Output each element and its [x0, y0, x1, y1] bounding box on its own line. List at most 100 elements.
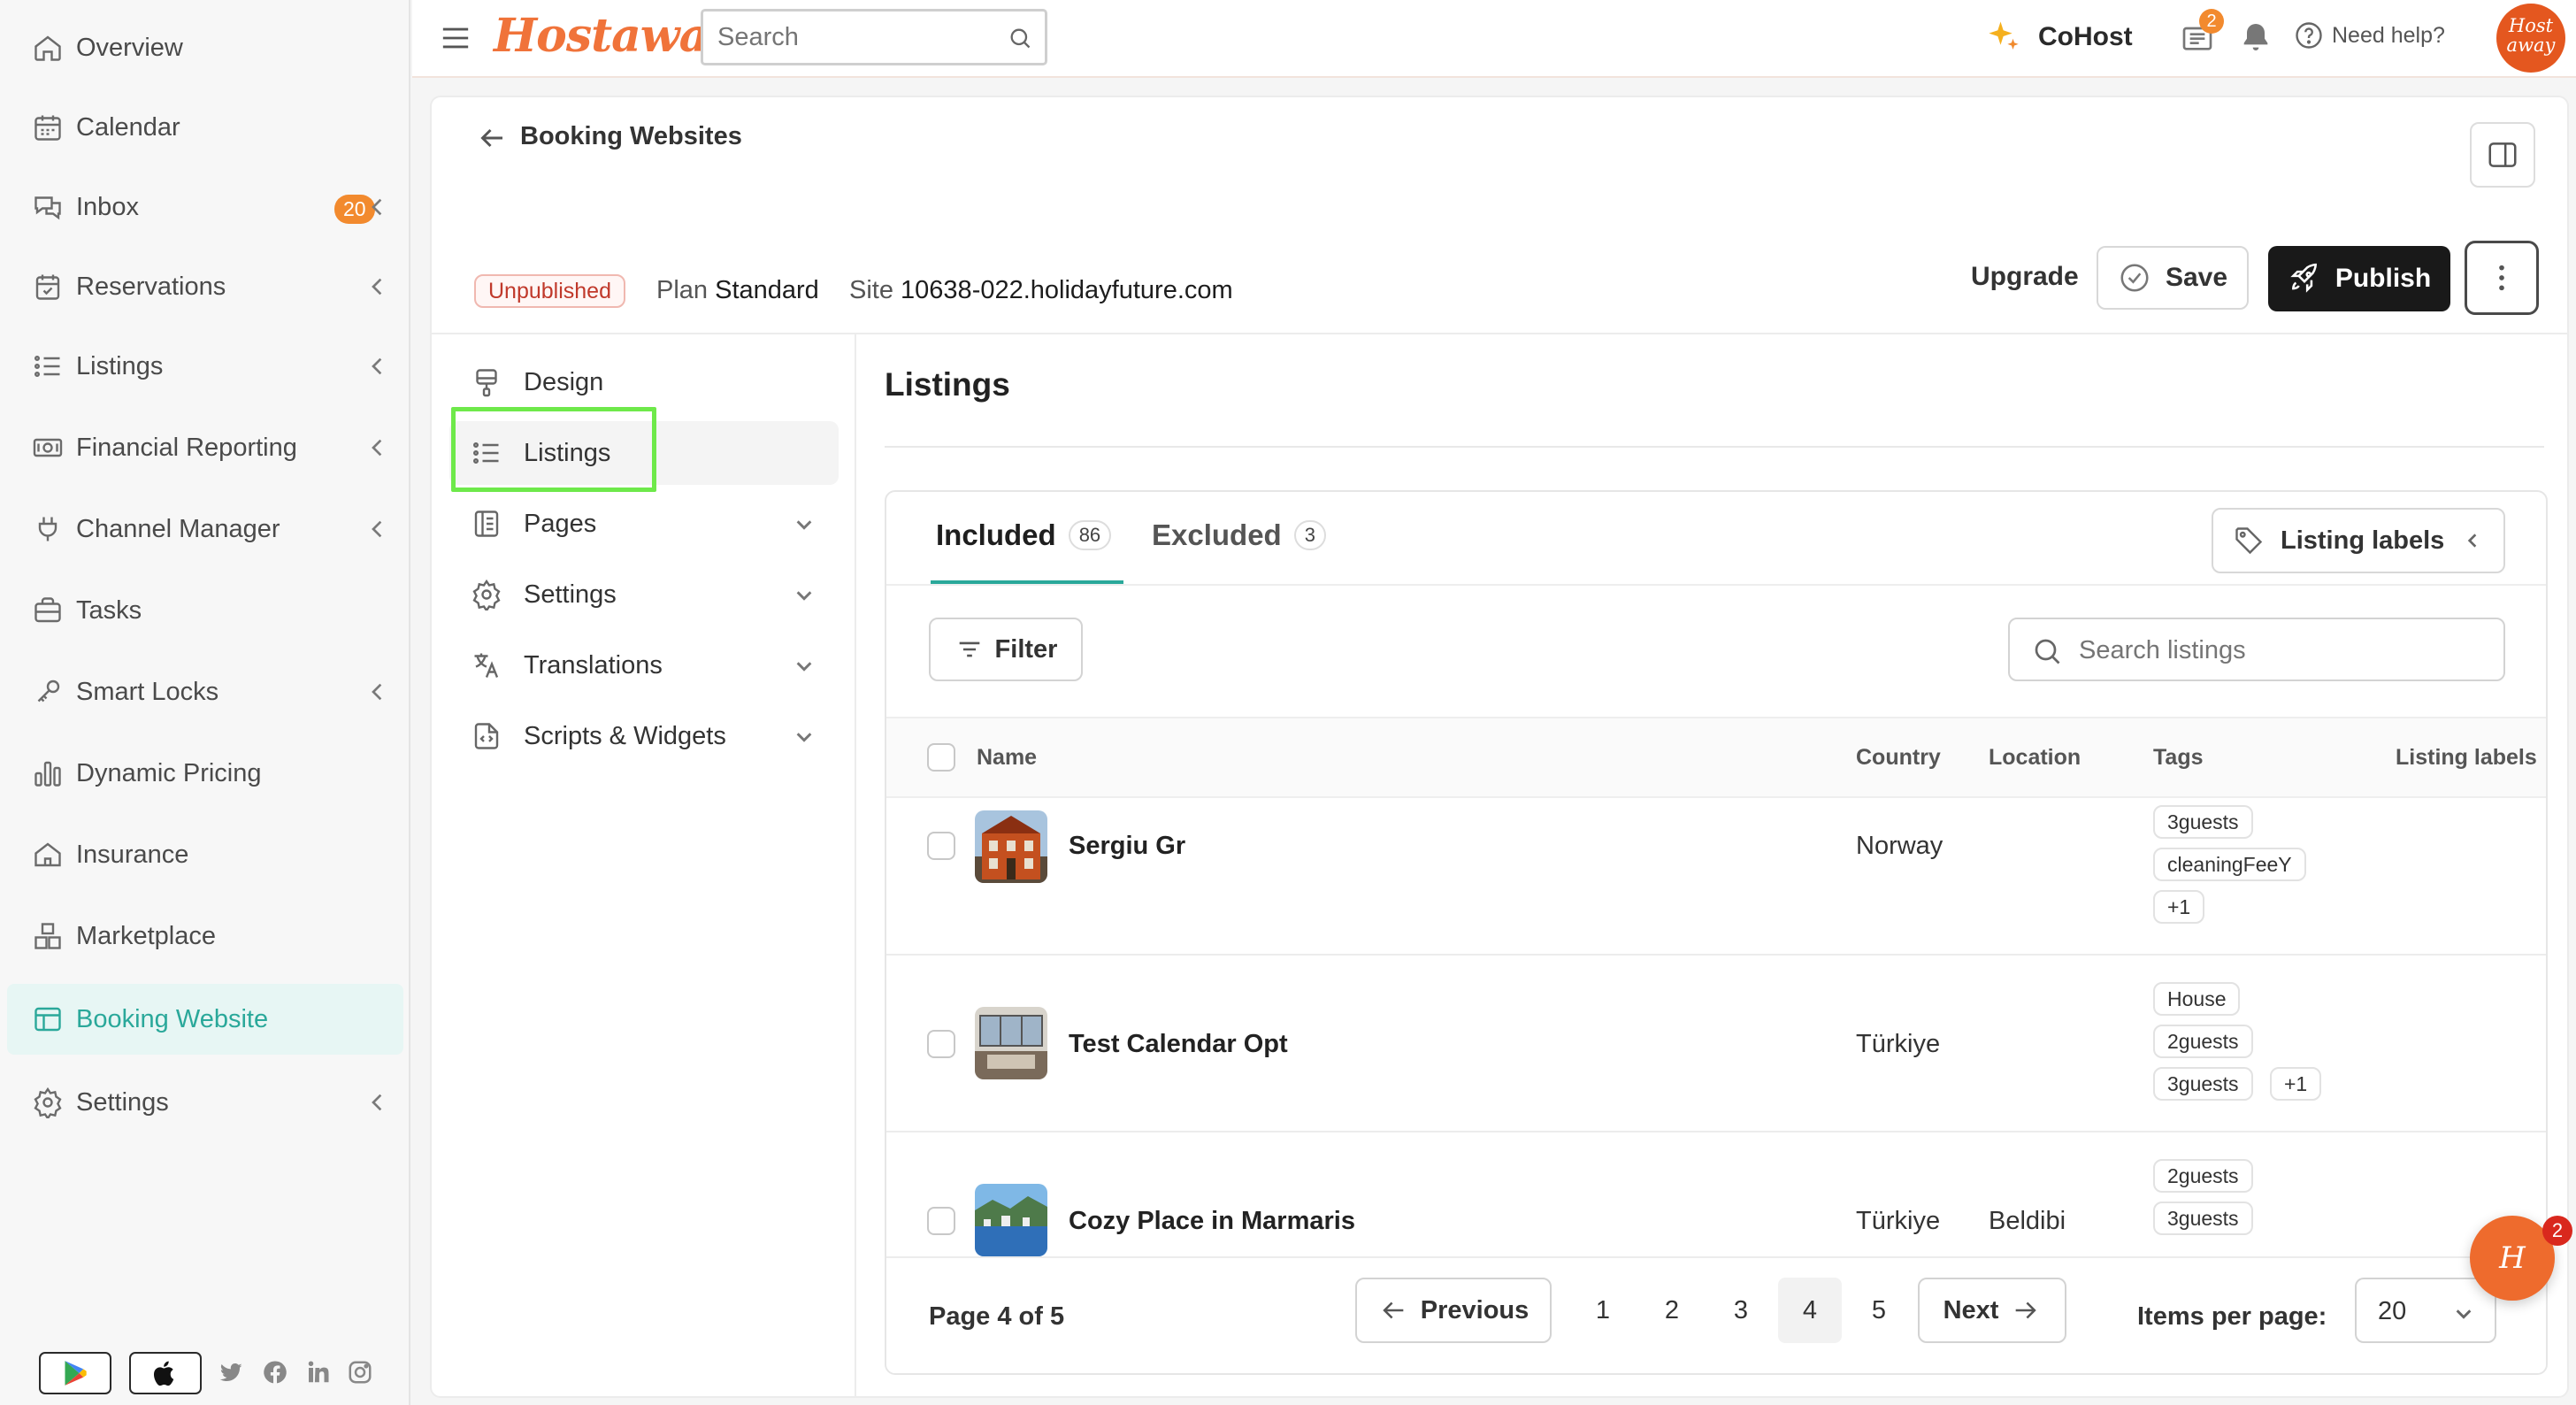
facebook-icon[interactable]: [262, 1359, 288, 1386]
google-play-button[interactable]: [39, 1352, 111, 1394]
more-options-button[interactable]: [2465, 241, 2539, 315]
row-checkbox[interactable]: [927, 1030, 955, 1058]
previous-page-button[interactable]: Previous: [1355, 1278, 1552, 1343]
sidebar-item-insurance[interactable]: Insurance: [7, 819, 403, 890]
subnav-settings[interactable]: Settings: [449, 563, 839, 626]
sidebar-item-label: Booking Website: [76, 1004, 269, 1033]
sidebar-item-tasks[interactable]: Tasks: [7, 575, 403, 646]
code-file-icon: [474, 723, 499, 749]
chevron-down-icon: [796, 733, 812, 742]
gear-icon: [472, 579, 501, 610]
listing-tag-more[interactable]: +1: [2270, 1067, 2322, 1101]
subnav-label: Pages: [524, 509, 597, 538]
filter-label: Filter: [994, 634, 1058, 664]
listing-tag: 3guests: [2153, 1202, 2253, 1235]
listing-tag-more[interactable]: +1: [2153, 890, 2205, 924]
table-row[interactable]: Sergiu Gr Norway 3guests cleaningFeeY +1: [886, 798, 2546, 956]
subnav-translations[interactable]: Translations: [449, 633, 839, 697]
listing-tag: cleaningFeeY: [2153, 848, 2306, 881]
sidebar-item-dynamic-pricing[interactable]: Dynamic Pricing: [7, 738, 403, 809]
user-avatar[interactable]: Host away: [2496, 4, 2565, 73]
instagram-icon[interactable]: [347, 1359, 373, 1386]
table-row[interactable]: Test Calendar Opt Türkiye House 2guests …: [886, 956, 2546, 1132]
column-header-location[interactable]: Location: [1989, 745, 2081, 771]
bell-icon[interactable]: [2238, 19, 2273, 55]
sidebar-item-reservations[interactable]: Reservations: [7, 251, 403, 322]
sidebar-item-smart-locks[interactable]: Smart Locks: [7, 656, 403, 727]
tab-included[interactable]: Included 86: [936, 518, 1112, 552]
subnav-design[interactable]: Design: [449, 350, 839, 414]
page-number-button[interactable]: 3: [1709, 1278, 1773, 1343]
chevron-left-icon: [372, 439, 382, 457]
sidebar-item-booking-website[interactable]: Booking Website: [7, 984, 403, 1055]
column-header-country[interactable]: Country: [1856, 745, 1941, 771]
listing-labels-button[interactable]: Listing labels: [2212, 508, 2505, 573]
column-header-tags[interactable]: Tags: [2153, 745, 2204, 771]
listing-name[interactable]: Cozy Place in Marmaris: [1069, 1207, 1355, 1236]
subnav-label: Design: [524, 367, 604, 396]
app-store-button[interactable]: [129, 1352, 202, 1394]
cohost-button[interactable]: CoHost: [1985, 16, 2133, 58]
tab-excluded[interactable]: Excluded 3: [1152, 518, 1326, 552]
subnav-scripts-widgets[interactable]: Scripts & Widgets: [449, 704, 839, 768]
global-search[interactable]: [701, 9, 1047, 65]
need-help-label: Need help?: [2332, 22, 2445, 48]
sidebar-item-overview[interactable]: Overview: [7, 12, 403, 83]
chat-icon: [34, 196, 61, 220]
listing-country: Türkiye: [1856, 1207, 1941, 1235]
listing-country: Türkiye: [1856, 1030, 1941, 1058]
current-page-button[interactable]: 4: [1778, 1278, 1842, 1343]
tag-icon: [2235, 527, 2263, 555]
row-checkbox[interactable]: [927, 1207, 955, 1235]
upgrade-link[interactable]: Upgrade: [1971, 262, 2079, 292]
column-header-listing-labels[interactable]: Listing labels: [2396, 745, 2537, 771]
subnav-pages[interactable]: Pages: [449, 492, 839, 556]
sidebar-item-label: Tasks: [76, 595, 142, 625]
hostaway-logo[interactable]: Hostaway: [494, 9, 734, 63]
plan-info: Plan Standard: [656, 276, 819, 305]
listing-tag: 2guests: [2153, 1025, 2253, 1058]
listing-name[interactable]: Test Calendar Opt: [1069, 1030, 1288, 1059]
items-per-page-label: Items per page:: [2137, 1302, 2327, 1331]
table-row[interactable]: Cozy Place in Marmaris Türkiye Beldibi 2…: [886, 1132, 2546, 1256]
section-title: Listings: [885, 366, 1010, 403]
hamburger-menu-icon[interactable]: [441, 25, 471, 51]
need-help-link[interactable]: Need help?: [2293, 19, 2445, 51]
page-number-button[interactable]: 5: [1847, 1278, 1911, 1343]
column-header-name[interactable]: Name: [977, 745, 1037, 771]
page-number-button[interactable]: 1: [1571, 1278, 1635, 1343]
listings-search-input[interactable]: [2079, 632, 2468, 669]
sidebar-item-channel-manager[interactable]: Channel Manager: [7, 494, 403, 564]
sidebar-item-inbox[interactable]: Inbox 20: [7, 172, 403, 242]
sidebar-item-settings[interactable]: Settings: [7, 1067, 403, 1138]
listing-name[interactable]: Sergiu Gr: [1069, 832, 1185, 861]
sidebar-item-label: Listings: [76, 351, 164, 380]
next-page-button[interactable]: Next: [1918, 1278, 2066, 1343]
chevron-left-icon: [372, 198, 382, 216]
previous-label: Previous: [1420, 1295, 1530, 1324]
global-search-input[interactable]: [717, 19, 1000, 56]
panel-toggle-button[interactable]: [2470, 122, 2535, 188]
sidebar-item-marketplace[interactable]: Marketplace: [7, 901, 403, 971]
save-button[interactable]: Save: [2097, 246, 2249, 310]
sidebar-item-financial-reporting[interactable]: Financial Reporting: [7, 412, 403, 483]
twitter-icon[interactable]: [218, 1359, 244, 1386]
select-all-checkbox[interactable]: [927, 743, 955, 772]
publish-button[interactable]: Publish: [2268, 246, 2450, 311]
search-icon: [1010, 28, 1031, 49]
inbox-count-badge: 20: [334, 195, 375, 224]
linkedin-icon[interactable]: [304, 1359, 331, 1386]
page-number-button[interactable]: 2: [1640, 1278, 1704, 1343]
sidebar-item-listings[interactable]: Listings: [7, 331, 403, 402]
row-checkbox[interactable]: [927, 832, 955, 860]
listings-search[interactable]: [2008, 618, 2505, 681]
site-url[interactable]: 10638-022.holidayfuture.com: [901, 276, 1233, 304]
chevron-down-icon: [796, 520, 812, 530]
chevron-down-icon: [796, 662, 812, 672]
search-icon: [2035, 639, 2060, 664]
back-arrow-icon[interactable]: [476, 122, 508, 154]
items-per-page-select[interactable]: 20: [2355, 1278, 2496, 1343]
filter-button[interactable]: Filter: [929, 618, 1083, 681]
sidebar-item-calendar[interactable]: Calendar: [7, 92, 403, 163]
sidebar-item-label: Channel Manager: [76, 514, 280, 543]
